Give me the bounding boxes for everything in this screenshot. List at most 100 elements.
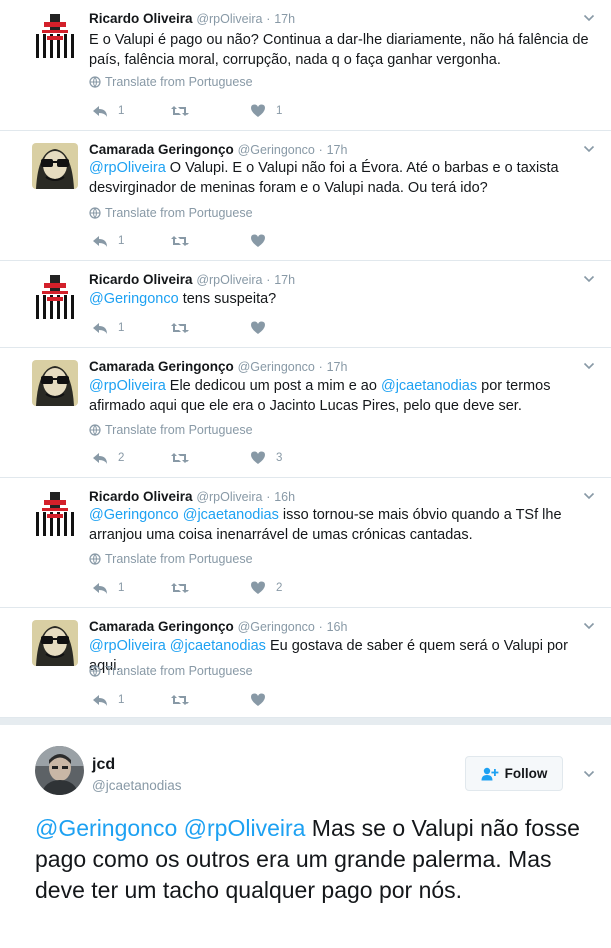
author-handle[interactable]: @Geringonco [238, 620, 315, 634]
chevron-down-icon[interactable] [583, 620, 595, 632]
retweet-icon [171, 323, 189, 333]
like-button[interactable]: 3 [250, 450, 282, 466]
avatar[interactable] [32, 12, 78, 58]
reply-icon [93, 323, 107, 334]
mention-link[interactable]: @rpOliveira [89, 378, 166, 394]
like-button[interactable] [250, 233, 276, 249]
reply-icon [93, 453, 107, 464]
translate-link[interactable]: Translate from Portuguese [89, 551, 253, 567]
reply-button[interactable]: 1 [92, 320, 124, 336]
reply-icon [93, 236, 107, 247]
avatar-image [32, 143, 78, 189]
follow-button[interactable]: Follow [465, 756, 563, 791]
avatar[interactable] [32, 143, 78, 189]
mention-link[interactable]: @rpOliveira [184, 815, 306, 841]
retweet-button[interactable] [170, 580, 200, 596]
avatar[interactable] [32, 360, 78, 406]
author-name[interactable]: Camarada Geringonço [89, 142, 234, 157]
avatar[interactable] [32, 273, 78, 319]
chevron-down-icon[interactable] [583, 490, 595, 502]
chevron-down-icon[interactable] [583, 273, 595, 285]
reply-button[interactable]: 1 [92, 692, 124, 708]
add-user-icon [481, 767, 499, 780]
timestamp[interactable]: 16h [274, 490, 295, 504]
chevron-down-icon[interactable] [583, 768, 595, 780]
mention-link[interactable]: @rpOliveira [89, 160, 166, 176]
author-handle[interactable]: @rpOliveira [196, 12, 262, 26]
reply-button[interactable]: 1 [92, 580, 124, 596]
author-name[interactable]: Camarada Geringonço [89, 359, 234, 374]
author-name[interactable]: Ricardo Oliveira [89, 272, 193, 287]
retweet-icon [171, 695, 189, 705]
timestamp[interactable]: 17h [327, 360, 348, 374]
like-count: 3 [276, 452, 283, 464]
avatar-image [32, 12, 78, 58]
reply-count: 1 [118, 694, 125, 706]
translate-link[interactable]: Translate from Portuguese [89, 422, 253, 438]
like-button[interactable] [250, 692, 276, 708]
reply-button[interactable]: 1 [92, 103, 124, 119]
avatar-image [32, 490, 78, 536]
tweet-text-segment: tens suspeita? [178, 291, 277, 307]
timestamp[interactable]: 17h [274, 12, 295, 26]
timestamp[interactable]: 16h [327, 620, 348, 634]
reply-button[interactable]: 2 [92, 450, 124, 466]
avatar[interactable] [32, 490, 78, 536]
tweet-header: Ricardo Oliveira @rpOliveira · 17h [89, 10, 295, 28]
author-name[interactable]: Ricardo Oliveira [89, 11, 193, 26]
reply-tweet: Ricardo Oliveira @rpOliveira · 16h @Gerin… [0, 478, 611, 608]
translate-link[interactable]: Translate from Portuguese [89, 205, 253, 221]
mention-link[interactable]: @rpOliveira [89, 638, 166, 654]
chevron-down-icon[interactable] [583, 12, 595, 24]
retweet-button[interactable] [170, 103, 200, 119]
reply-icon [93, 583, 107, 594]
translate-link[interactable]: Translate from Portuguese [89, 663, 253, 679]
mention-link[interactable]: @jcaetanodias [183, 507, 279, 523]
globe-icon [89, 207, 101, 219]
main-author-handle[interactable]: @jcaetanodias [92, 778, 182, 793]
like-button[interactable]: 1 [250, 103, 282, 119]
chevron-down-icon[interactable] [583, 143, 595, 155]
avatar[interactable] [32, 620, 78, 666]
retweet-button[interactable] [170, 320, 200, 336]
author-handle[interactable]: @rpOliveira [196, 273, 262, 287]
retweet-icon [171, 106, 189, 116]
avatar[interactable] [35, 746, 84, 795]
like-button[interactable] [250, 320, 276, 336]
mention-link[interactable]: @jcaetanodias [170, 638, 266, 654]
tweet-header: Camarada Geringonço @Geringonco · 17h [89, 141, 347, 159]
tweet-text: @rpOliveira O Valupi. E o Valupi não foi… [89, 158, 594, 198]
tweet-text-segment: Ele dedicou um post a mim e ao [165, 378, 381, 394]
reply-count: 2 [118, 452, 125, 464]
translate-label: Translate from Portuguese [105, 423, 253, 437]
chevron-down-icon[interactable] [583, 360, 595, 372]
like-button[interactable]: 2 [250, 580, 282, 596]
retweet-button[interactable] [170, 450, 200, 466]
tweet-text: @rpOliveira Ele dedicou um post a mim e … [89, 376, 594, 416]
retweet-button[interactable] [170, 692, 200, 708]
timestamp[interactable]: 17h [327, 143, 348, 157]
translate-label: Translate from Portuguese [105, 552, 253, 566]
tweet-text: E o Valupi é pago ou não? Continua a dar… [89, 30, 594, 70]
like-count: 1 [276, 105, 283, 117]
author-name[interactable]: Ricardo Oliveira [89, 489, 193, 504]
mention-link[interactable]: @Geringonco [89, 507, 179, 523]
reply-tweet: Ricardo Oliveira @rpOliveira · 17h E o Va… [0, 0, 611, 131]
mention-link[interactable]: @Geringonco [35, 815, 177, 841]
reply-count: 1 [118, 235, 125, 247]
author-handle[interactable]: @Geringonco [238, 143, 315, 157]
reply-button[interactable]: 1 [92, 233, 124, 249]
retweet-button[interactable] [170, 233, 200, 249]
author-handle[interactable]: @Geringonco [238, 360, 315, 374]
translate-link[interactable]: Translate from Portuguese [89, 74, 253, 90]
mention-link[interactable]: @Geringonco [89, 291, 179, 307]
mention-link[interactable]: @jcaetanodias [381, 378, 477, 394]
timestamp[interactable]: 17h [274, 273, 295, 287]
author-handle[interactable]: @rpOliveira [196, 490, 262, 504]
like-icon [251, 234, 265, 247]
translate-label: Translate from Portuguese [105, 75, 253, 89]
author-name[interactable]: Camarada Geringonço [89, 619, 234, 634]
like-icon [251, 693, 265, 706]
reply-icon [93, 695, 107, 706]
main-author-name[interactable]: jcd [92, 756, 115, 774]
